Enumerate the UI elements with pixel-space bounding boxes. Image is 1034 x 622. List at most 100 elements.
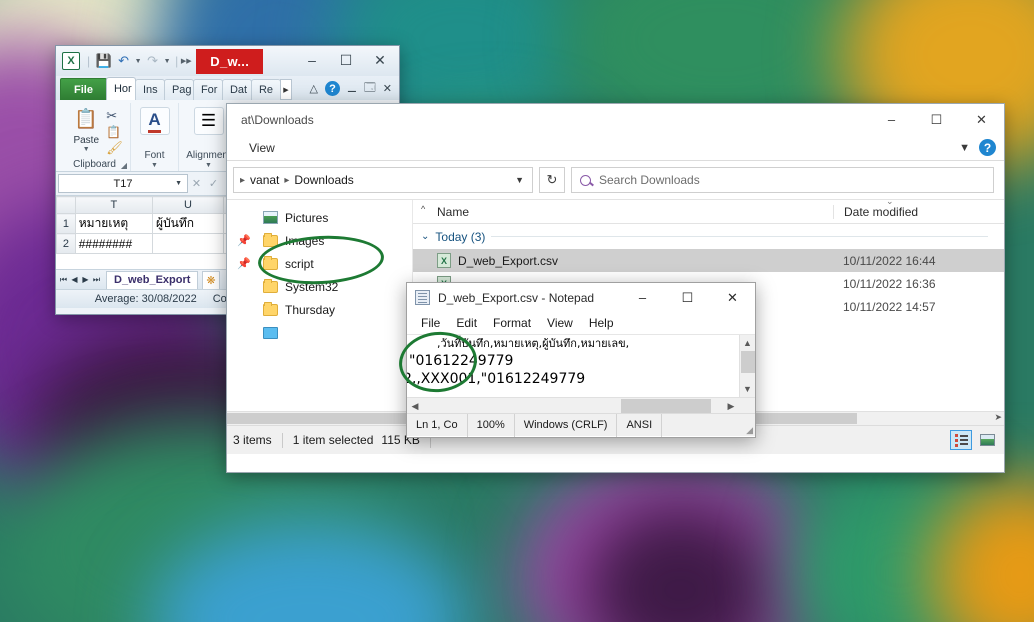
copy-icon[interactable]: 📋: [106, 125, 123, 139]
menu-view[interactable]: View: [539, 316, 581, 330]
column-header-name[interactable]: ^ Name: [413, 204, 833, 219]
scroll-right-icon[interactable]: ▶: [723, 398, 739, 414]
explorer-maximize-button[interactable]: ☐: [914, 104, 959, 135]
last-sheet-icon[interactable]: ⏭: [91, 275, 102, 285]
resize-grip-icon[interactable]: ◢: [746, 425, 753, 436]
sheet-tab-d-web-export[interactable]: D_web_Export: [106, 270, 199, 289]
explorer-close-button[interactable]: ✕: [959, 104, 1004, 135]
select-all-corner[interactable]: [56, 196, 76, 214]
sidebar-item-pictures[interactable]: Pictures: [227, 206, 412, 229]
format-painter-icon[interactable]: 🖌: [106, 140, 123, 156]
notepad-horizontal-scrollbar[interactable]: ◀ ▶: [407, 397, 755, 413]
chevron-down-icon[interactable]: ⌄: [421, 231, 429, 242]
breadcrumb[interactable]: ▸ vanat ▸ Downloads ▼: [233, 167, 533, 193]
sidebar-item-system32[interactable]: System32: [227, 275, 412, 298]
notepad-text-area[interactable]: ,วันที่บันทึก,หมายเหตุ,ผู้บันทึก,หมายเลข…: [407, 335, 739, 397]
save-icon[interactable]: 💾: [94, 52, 113, 71]
redo-dropdown-icon[interactable]: ▼: [163, 58, 171, 65]
explorer-window-controls[interactable]: ‒ ☐ ✕: [869, 104, 1004, 135]
row-header-1[interactable]: 1: [56, 213, 76, 234]
tab-review[interactable]: Re: [250, 79, 281, 100]
column-header-date-modified[interactable]: ⌄ Date modified: [833, 196, 1004, 219]
notepad-minimize-button[interactable]: ‒: [620, 283, 665, 312]
font-icon[interactable]: A: [139, 107, 170, 135]
paste-dropdown-icon[interactable]: ▼: [83, 146, 90, 154]
quick-access-toolbar[interactable]: | 💾 ↶ ▼ ↷ ▼ | ▶▶: [84, 52, 192, 71]
confirm-formula-icon[interactable]: ✓: [205, 177, 222, 190]
notepad-close-button[interactable]: ✕: [710, 283, 755, 312]
scroll-right-icon[interactable]: ➤: [994, 412, 1002, 423]
refresh-button[interactable]: ↻: [539, 167, 565, 193]
insert-worksheet-icon[interactable]: ❋: [202, 270, 220, 289]
tab-page-layout[interactable]: Pag: [163, 79, 194, 100]
sidebar-item-images[interactable]: 📌 Images: [227, 229, 412, 252]
details-view-button[interactable]: [950, 430, 972, 450]
notepad-menubar[interactable]: File Edit Format View Help: [407, 312, 755, 334]
excel-minimize-button[interactable]: ‒: [295, 46, 329, 74]
row-header-2[interactable]: 2: [56, 233, 76, 254]
tab-formulas[interactable]: For: [192, 79, 223, 100]
notepad-window[interactable]: D_web_Export.csv - Notepad ‒ ☐ ✕ File Ed…: [406, 282, 756, 438]
scroll-down-icon[interactable]: ▼: [740, 381, 756, 397]
col-header-T[interactable]: T: [74, 196, 154, 214]
breadcrumb-vanat[interactable]: vanat: [247, 173, 282, 187]
explorer-address-bar[interactable]: ▸ vanat ▸ Downloads ▼ ↻ Search Downloads: [227, 161, 1004, 199]
collapse-ribbon-icon[interactable]: △: [310, 82, 318, 95]
font-dropdown-icon[interactable]: ▼: [151, 162, 158, 169]
undo-dropdown-icon[interactable]: ▼: [134, 58, 142, 65]
notepad-window-controls[interactable]: ‒ ☐ ✕: [620, 283, 755, 312]
cell-U2[interactable]: [152, 233, 224, 254]
redo-icon[interactable]: ↷: [143, 52, 162, 71]
prev-sheet-icon[interactable]: ◀: [69, 275, 80, 284]
explorer-navigation-pane[interactable]: Pictures 📌 Images 📌 script System32 Thur…: [227, 200, 413, 411]
cell-T1[interactable]: หมายเหตุ: [74, 213, 154, 234]
notepad-text-area-wrapper[interactable]: ,วันที่บันทึก,หมายเหตุ,ผู้บันทึก,หมายเลข…: [407, 334, 755, 397]
name-box[interactable]: T17 ▼: [58, 174, 188, 193]
scroll-up-icon[interactable]: ▲: [740, 335, 756, 351]
alignment-icon[interactable]: ☰: [193, 107, 224, 135]
file-group-header-today[interactable]: ⌄ Today (3): [413, 224, 1004, 249]
cut-icon[interactable]: ✂: [106, 108, 123, 124]
sidebar-item-script[interactable]: 📌 script: [227, 252, 412, 275]
menu-help[interactable]: Help: [581, 316, 622, 330]
ribbon-minimize-icon[interactable]: ⚊: [347, 82, 357, 95]
clipboard-dialog-launcher[interactable]: ◢: [121, 161, 127, 170]
col-header-U[interactable]: U: [152, 196, 224, 214]
excel-titlebar[interactable]: X | 💾 ↶ ▼ ↷ ▼ | ▶▶ D_w... ‒ ☐ ✕: [56, 46, 399, 76]
undo-icon[interactable]: ↶: [114, 52, 133, 71]
excel-maximize-button[interactable]: ☐: [329, 46, 363, 74]
scroll-left-icon[interactable]: ◀: [407, 398, 423, 414]
paste-button[interactable]: 📋 Paste ▼: [66, 105, 106, 154]
breadcrumb-downloads[interactable]: Downloads: [291, 173, 356, 187]
ribbon-help-group[interactable]: △ ? ⚊ 🗔 ✕: [310, 79, 400, 100]
view-mode-buttons[interactable]: [950, 430, 998, 450]
ribbon-group-clipboard[interactable]: 📋 Paste ▼ ✂ 📋 🖌 Clipboard ◢: [59, 103, 131, 171]
alignment-dropdown-icon[interactable]: ▼: [205, 162, 212, 169]
cell-U1[interactable]: ผู้บันทึก: [152, 213, 224, 234]
excel-ribbon-tabs[interactable]: File Hor Ins Pag For Dat Re ▶ △ ? ⚊ 🗔 ✕: [56, 76, 399, 100]
pin-icon[interactable]: 📌: [237, 257, 251, 270]
tab-insert[interactable]: Ins: [134, 79, 165, 100]
help-icon[interactable]: ?: [979, 139, 996, 156]
scroll-thumb[interactable]: [740, 351, 755, 373]
list-item[interactable]: D_web_Export.csv 10/11/2022 16:44: [413, 249, 1004, 272]
tab-file[interactable]: File: [60, 78, 107, 100]
menu-format[interactable]: Format: [485, 316, 539, 330]
explorer-column-headers[interactable]: ^ Name ⌄ Date modified: [413, 196, 1004, 224]
help-icon[interactable]: ?: [324, 81, 340, 96]
customize-qat-icon[interactable]: ▶▶: [181, 57, 192, 65]
excel-window-controls[interactable]: ‒ ☐ ✕: [295, 46, 397, 74]
explorer-ribbon-right[interactable]: ▼ ?: [959, 139, 996, 156]
explorer-minimize-button[interactable]: ‒: [869, 104, 914, 135]
menu-edit[interactable]: Edit: [448, 316, 485, 330]
pin-icon[interactable]: 📌: [237, 234, 251, 247]
expand-ribbon-icon[interactable]: ▼: [959, 142, 970, 154]
ribbon-close-icon[interactable]: ✕: [383, 82, 392, 95]
breadcrumb-dropdown-icon[interactable]: ▼: [515, 175, 528, 185]
large-icons-view-button[interactable]: [976, 430, 998, 450]
tab-home[interactable]: Hor: [105, 77, 136, 100]
name-box-dropdown-icon[interactable]: ▼: [175, 180, 182, 187]
cell-T2[interactable]: ########: [74, 233, 154, 254]
sidebar-item-this-pc[interactable]: [227, 321, 412, 344]
excel-close-button[interactable]: ✕: [363, 46, 397, 74]
